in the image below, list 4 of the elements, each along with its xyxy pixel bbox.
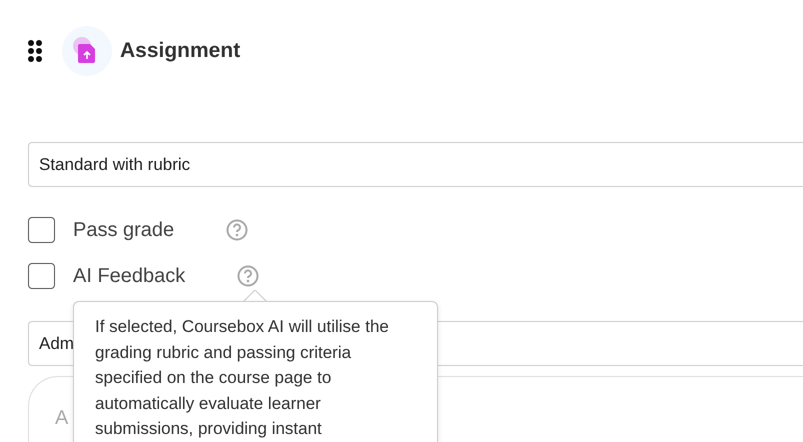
checkbox-label: AI Feedback: [73, 264, 186, 288]
page-title: Assignment: [120, 39, 240, 63]
tooltip: If selected, Coursebox AI will utilise the grading rubric and passing criteria specified on the course page to automatically evaluate learner submissions, providing instant: [73, 301, 438, 442]
checkbox-label: Pass grade: [73, 218, 174, 242]
